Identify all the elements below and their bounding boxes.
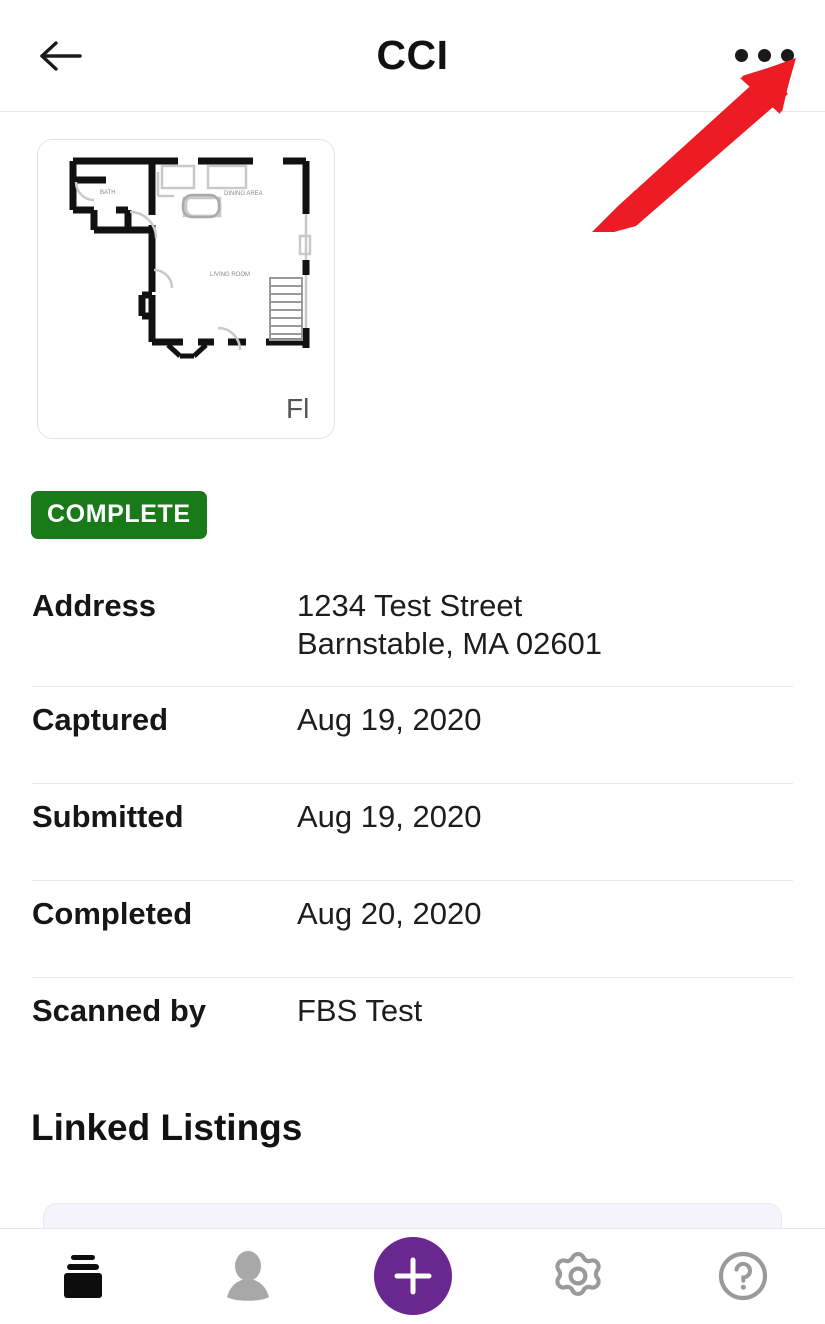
question-mark-circle-icon (718, 1251, 767, 1301)
svg-text:LIVING ROOM: LIVING ROOM (210, 272, 250, 278)
table-row: Completed Aug 20, 2020 (0, 881, 825, 977)
detail-label-captured: Captured (32, 702, 169, 737)
person-icon (226, 1251, 269, 1301)
detail-label-completed: Completed (32, 896, 193, 931)
plus-icon (394, 1257, 431, 1295)
detail-label-address: Address (32, 588, 157, 623)
address-line-2: Barnstable, MA 02601 (297, 625, 603, 661)
detail-value-address: 1234 Test Street Barnstable, MA 02601 (297, 587, 793, 663)
nav-item-profile[interactable] (165, 1229, 330, 1324)
nav-item-help[interactable] (660, 1229, 825, 1324)
more-options-icon-dot-1 (734, 48, 748, 62)
address-line-1: 1234 Test Street (297, 588, 523, 623)
table-row: Captured Aug 19, 2020 (0, 687, 825, 783)
detail-value-completed: Aug 20, 2020 (297, 896, 482, 931)
table-row: Scanned by FBS Test (0, 978, 825, 1074)
more-options-button[interactable] (729, 30, 799, 80)
stacked-box-icon (63, 1255, 102, 1298)
nav-item-add[interactable] (330, 1229, 495, 1324)
nav-item-settings[interactable] (495, 1229, 660, 1324)
detail-label-scanned-by: Scanned by (32, 993, 206, 1028)
svg-text:DINING AREA: DINING AREA (224, 191, 263, 197)
table-row: Submitted Aug 19, 2020 (0, 784, 825, 880)
svg-text:BATH: BATH (100, 190, 116, 196)
detail-label-submitted: Submitted (32, 799, 184, 834)
floorplan-thumbnail[interactable]: BATH DINING AREA LIVING ROOM Fl (37, 139, 335, 439)
status-badge: COMPLETE (31, 491, 207, 539)
detail-value-scanned-by: FBS Test (297, 993, 423, 1028)
floorplan-drawing-icon: BATH DINING AREA LIVING ROOM Fl (38, 140, 334, 438)
detail-list: Address 1234 Test Street Barnstable, MA … (0, 575, 825, 1074)
more-options-icon-dot-2 (757, 48, 771, 62)
detail-value-submitted: Aug 19, 2020 (297, 799, 482, 834)
detail-value-captured: Aug 19, 2020 (297, 702, 482, 737)
bottom-navigation-bar (0, 1228, 825, 1323)
add-button[interactable] (373, 1237, 452, 1315)
gear-icon (554, 1251, 601, 1297)
floorplan-clipped-label: Fl (286, 393, 309, 424)
table-row: Address 1234 Test Street Barnstable, MA … (0, 575, 825, 686)
back-button[interactable] (26, 26, 96, 86)
page-title: CCI (376, 32, 449, 78)
nav-item-jobs[interactable] (0, 1229, 165, 1324)
back-arrow-icon (40, 41, 82, 71)
more-options-icon-dot-3 (780, 48, 794, 62)
linked-listings-heading: Linked Listings (31, 1107, 303, 1148)
app-header: CCI (0, 0, 825, 112)
